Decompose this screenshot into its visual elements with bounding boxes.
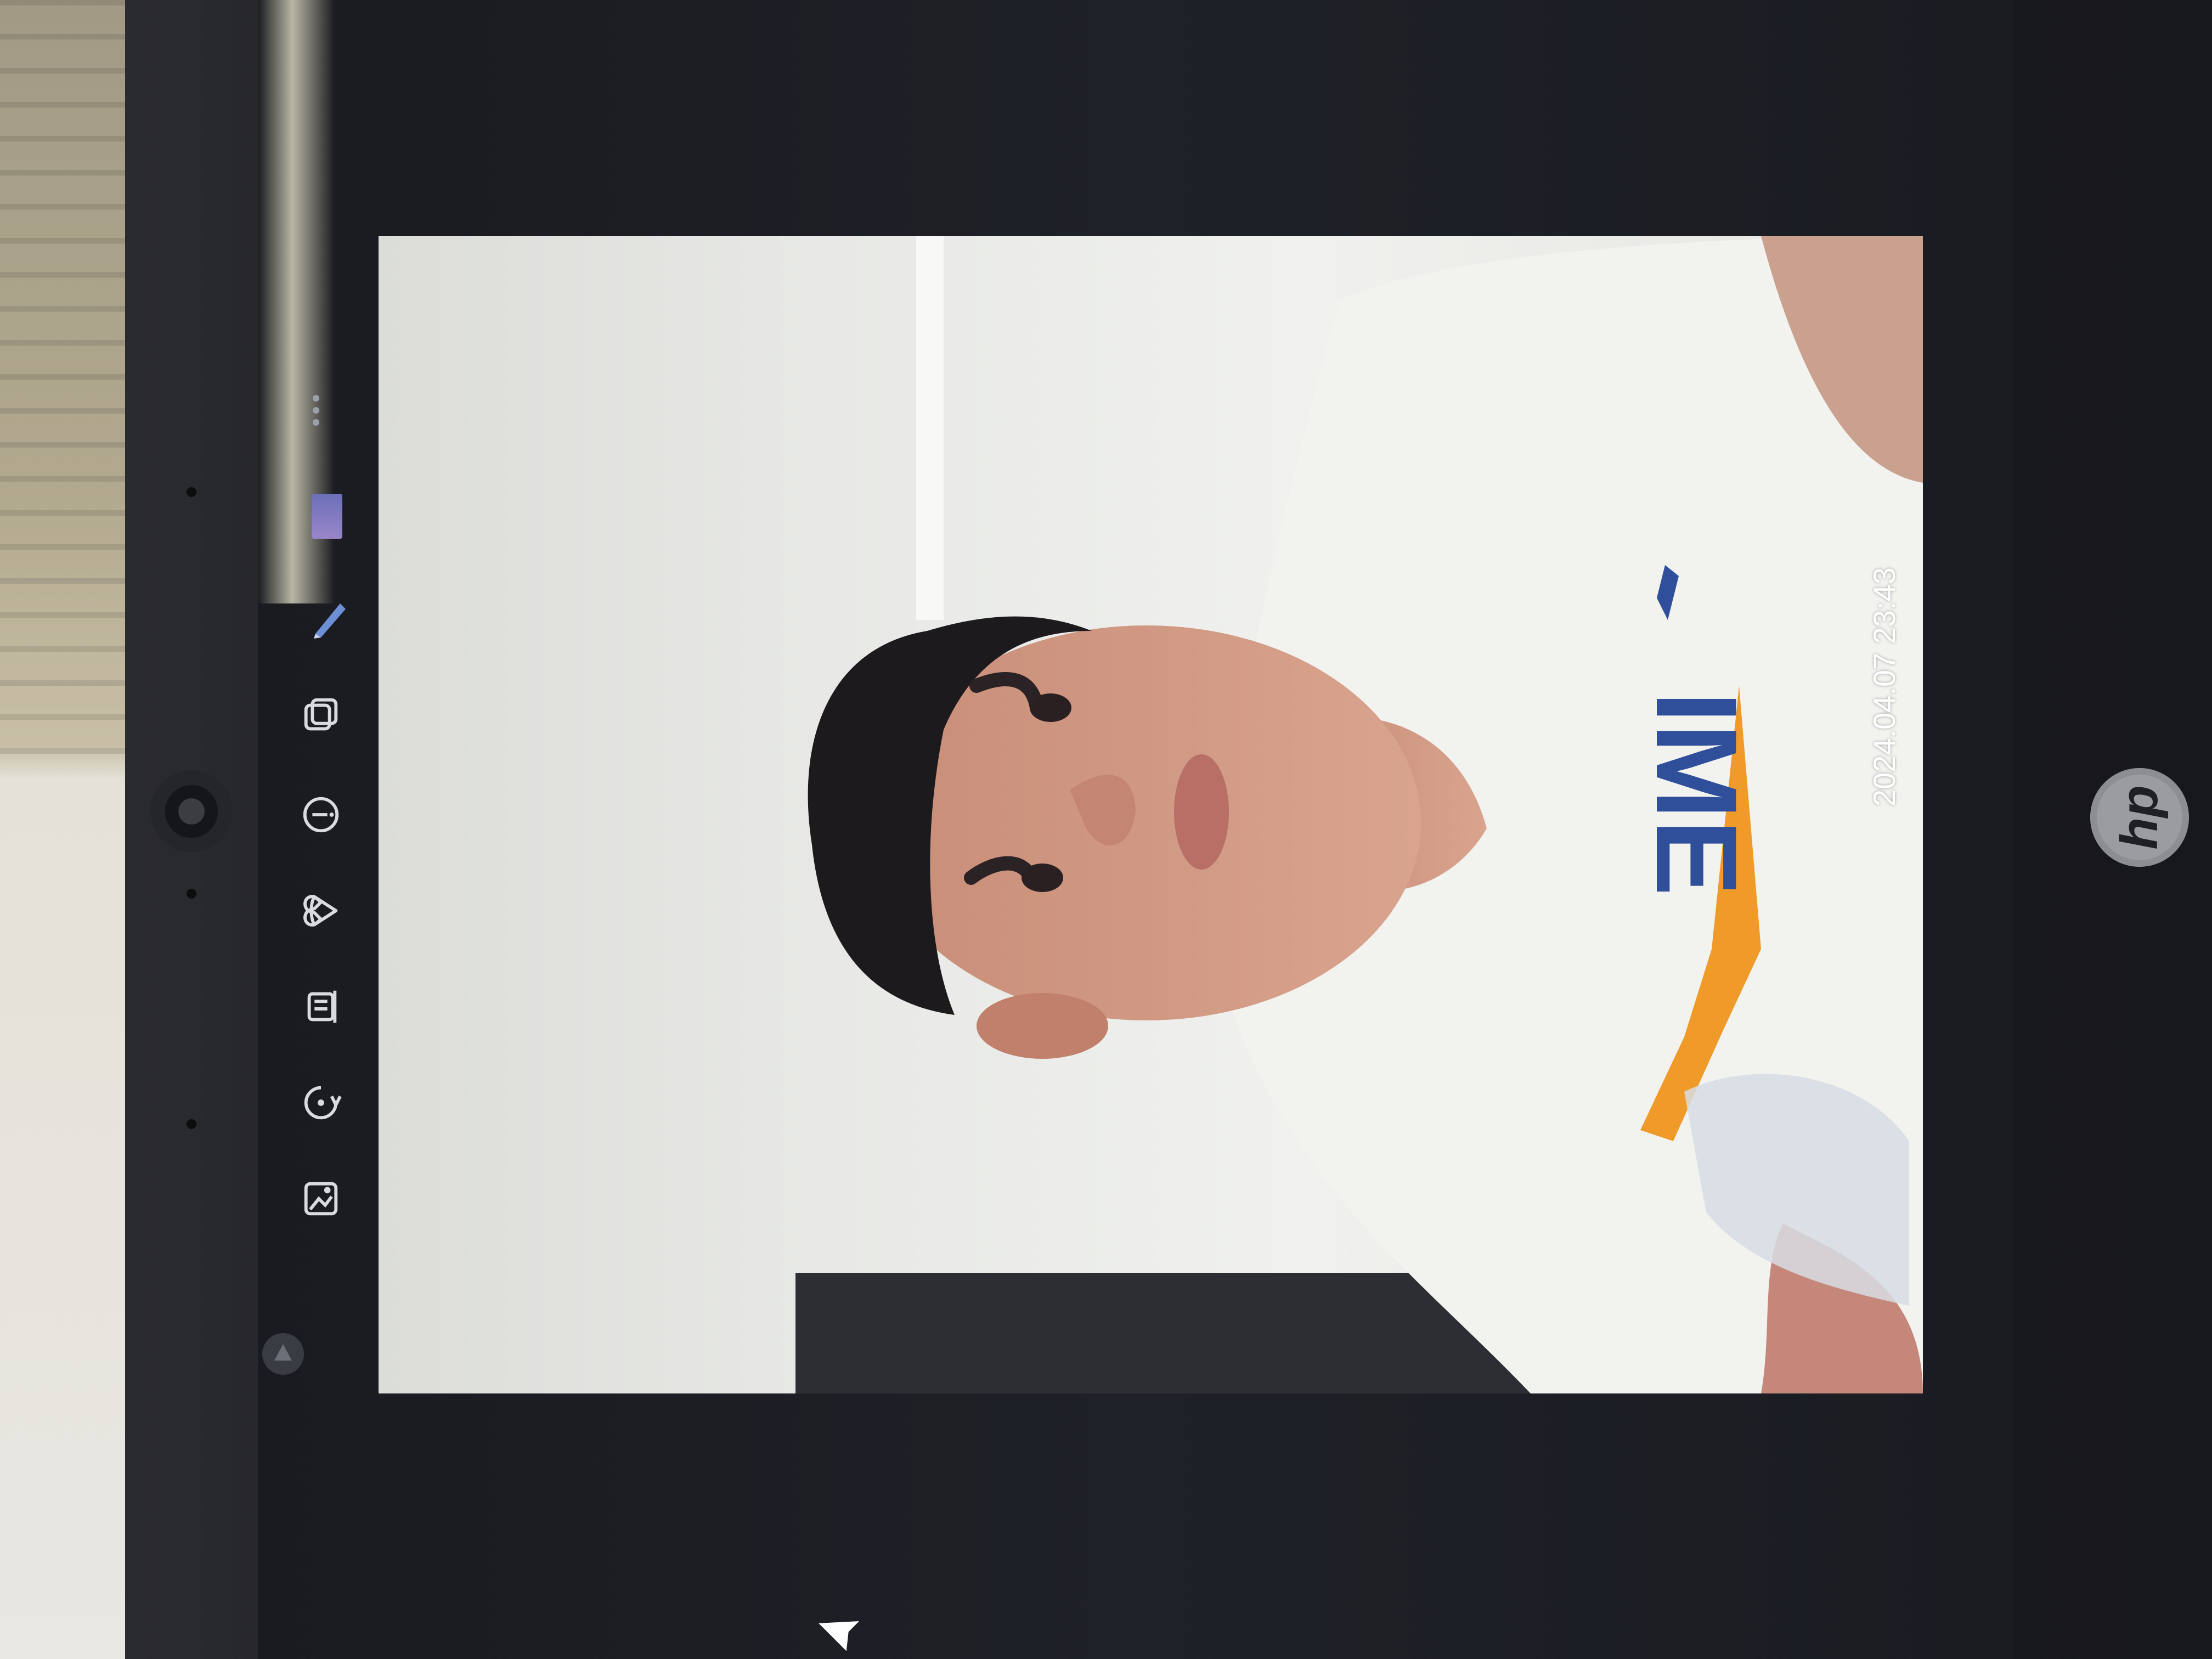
info-icon[interactable] [296,790,346,839]
copy-icon[interactable] [296,691,346,741]
webcam [150,770,233,853]
portrait-photo: IME [795,236,1923,1393]
photo-timestamp: 2024.04.07 23:43 [1867,567,1901,806]
edit-image-icon[interactable] [296,1174,346,1223]
viewer-toolbar [285,384,357,1481]
favorite-icon[interactable] [296,886,346,935]
svg-text:IME: IME [1632,691,1761,896]
background-wall [0,0,132,1659]
sensor-dot [187,487,196,497]
photo-viewer-image: IME [379,236,1923,1393]
hp-logo: hp [2090,768,2189,867]
rotate-icon[interactable] [296,1078,346,1127]
sensor-dot [187,889,196,899]
assistant-icon[interactable] [262,1333,304,1375]
sensor-dot [187,1119,196,1129]
delete-icon[interactable] [296,982,346,1031]
mouse-cursor-icon [819,1621,860,1651]
